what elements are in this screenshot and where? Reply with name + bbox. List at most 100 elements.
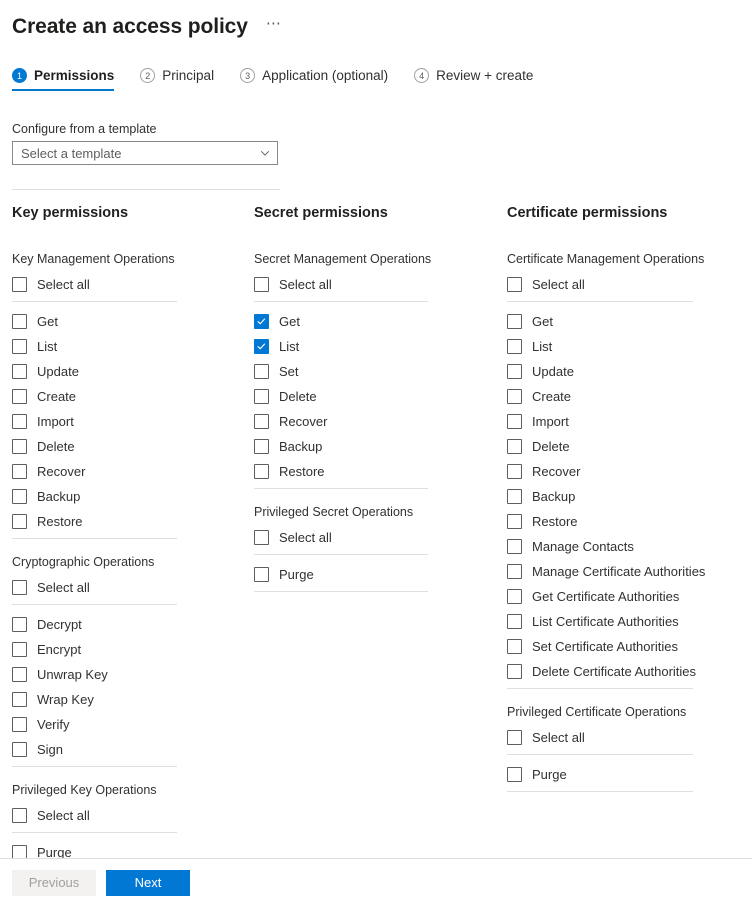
permission-checkbox-row[interactable]: List bbox=[507, 334, 752, 359]
checkbox-icon[interactable] bbox=[507, 389, 522, 404]
previous-button[interactable]: Previous bbox=[12, 869, 96, 896]
checkbox-icon[interactable] bbox=[254, 530, 269, 545]
checkbox-icon[interactable] bbox=[12, 617, 27, 632]
permission-checkbox-row[interactable]: Encrypt bbox=[12, 637, 241, 662]
permission-checkbox-row[interactable]: Create bbox=[12, 384, 241, 409]
permission-checkbox-row[interactable]: List bbox=[254, 334, 495, 359]
permission-checkbox-row[interactable]: Verify bbox=[12, 712, 241, 737]
checkbox-icon[interactable] bbox=[12, 642, 27, 657]
checkbox-icon[interactable] bbox=[507, 439, 522, 454]
permission-checkbox-row[interactable]: Unwrap Key bbox=[12, 662, 241, 687]
select-all-checkbox-row[interactable]: Select all bbox=[12, 575, 241, 600]
permission-checkbox-row[interactable]: Set Certificate Authorities bbox=[507, 634, 752, 659]
permission-checkbox-row[interactable]: Purge bbox=[254, 562, 495, 587]
checkbox-icon[interactable] bbox=[254, 414, 269, 429]
checkbox-icon[interactable] bbox=[507, 639, 522, 654]
select-all-checkbox-row[interactable]: Select all bbox=[12, 272, 241, 297]
checkbox-icon[interactable] bbox=[12, 339, 27, 354]
checkbox-icon[interactable] bbox=[507, 564, 522, 579]
select-all-checkbox-row[interactable]: Select all bbox=[254, 525, 495, 550]
checkbox-icon[interactable] bbox=[254, 277, 269, 292]
permission-checkbox-row[interactable]: Restore bbox=[12, 509, 241, 534]
permission-checkbox-row[interactable]: Restore bbox=[507, 509, 752, 534]
permission-checkbox-row[interactable]: Recover bbox=[12, 459, 241, 484]
permission-checkbox-row[interactable]: Recover bbox=[507, 459, 752, 484]
checkbox-icon[interactable] bbox=[12, 514, 27, 529]
permission-checkbox-row[interactable]: Restore bbox=[254, 459, 495, 484]
checkbox-icon[interactable] bbox=[507, 277, 522, 292]
checkbox-icon[interactable] bbox=[507, 364, 522, 379]
checkbox-icon[interactable] bbox=[507, 339, 522, 354]
checkbox-icon[interactable] bbox=[254, 389, 269, 404]
tab-review-create[interactable]: 4 Review + create bbox=[414, 68, 533, 91]
permission-checkbox-row[interactable]: Manage Certificate Authorities bbox=[507, 559, 752, 584]
checkbox-icon[interactable] bbox=[12, 277, 27, 292]
checkbox-icon[interactable] bbox=[12, 845, 27, 858]
permission-checkbox-row[interactable]: List bbox=[12, 334, 241, 359]
checkbox-icon[interactable] bbox=[507, 314, 522, 329]
checkbox-icon[interactable] bbox=[12, 717, 27, 732]
checkbox-icon[interactable] bbox=[254, 567, 269, 582]
checkbox-icon[interactable] bbox=[507, 589, 522, 604]
permission-checkbox-row[interactable]: Delete bbox=[507, 434, 752, 459]
checkbox-icon[interactable] bbox=[507, 489, 522, 504]
checkbox-icon[interactable] bbox=[507, 539, 522, 554]
permission-checkbox-row[interactable]: Create bbox=[507, 384, 752, 409]
next-button[interactable]: Next bbox=[106, 869, 190, 896]
select-all-checkbox-row[interactable]: Select all bbox=[507, 725, 752, 750]
checkbox-icon[interactable] bbox=[254, 314, 269, 329]
select-all-checkbox-row[interactable]: Select all bbox=[507, 272, 752, 297]
permission-checkbox-row[interactable]: Purge bbox=[12, 840, 241, 858]
checkbox-icon[interactable] bbox=[254, 464, 269, 479]
template-select[interactable]: Select a template bbox=[12, 141, 278, 165]
permission-checkbox-row[interactable]: Backup bbox=[12, 484, 241, 509]
permission-checkbox-row[interactable]: Sign bbox=[12, 737, 241, 762]
checkbox-icon[interactable] bbox=[254, 339, 269, 354]
permission-checkbox-row[interactable]: Import bbox=[12, 409, 241, 434]
checkbox-icon[interactable] bbox=[12, 580, 27, 595]
permission-checkbox-row[interactable]: Get bbox=[254, 309, 495, 334]
checkbox-icon[interactable] bbox=[507, 730, 522, 745]
permission-checkbox-row[interactable]: Update bbox=[507, 359, 752, 384]
tab-principal[interactable]: 2 Principal bbox=[140, 68, 214, 91]
permission-checkbox-row[interactable]: Purge bbox=[507, 762, 752, 787]
select-all-checkbox-row[interactable]: Select all bbox=[254, 272, 495, 297]
checkbox-icon[interactable] bbox=[507, 464, 522, 479]
checkbox-icon[interactable] bbox=[12, 742, 27, 757]
permission-checkbox-row[interactable]: Wrap Key bbox=[12, 687, 241, 712]
permission-checkbox-row[interactable]: Update bbox=[12, 359, 241, 384]
permission-checkbox-row[interactable]: Get Certificate Authorities bbox=[507, 584, 752, 609]
checkbox-icon[interactable] bbox=[12, 489, 27, 504]
permission-checkbox-row[interactable]: Delete Certificate Authorities bbox=[507, 659, 752, 684]
permission-checkbox-row[interactable]: Decrypt bbox=[12, 612, 241, 637]
checkbox-icon[interactable] bbox=[12, 692, 27, 707]
permission-checkbox-row[interactable]: Set bbox=[254, 359, 495, 384]
checkbox-icon[interactable] bbox=[507, 664, 522, 679]
checkbox-icon[interactable] bbox=[507, 514, 522, 529]
permission-checkbox-row[interactable]: Backup bbox=[507, 484, 752, 509]
checkbox-icon[interactable] bbox=[12, 464, 27, 479]
more-options-icon[interactable]: ⋯ bbox=[262, 16, 286, 38]
permission-checkbox-row[interactable]: Get bbox=[507, 309, 752, 334]
permission-checkbox-row[interactable]: Get bbox=[12, 309, 241, 334]
checkbox-icon[interactable] bbox=[254, 439, 269, 454]
checkbox-icon[interactable] bbox=[507, 614, 522, 629]
select-all-checkbox-row[interactable]: Select all bbox=[12, 803, 241, 828]
permission-checkbox-row[interactable]: Backup bbox=[254, 434, 495, 459]
checkbox-icon[interactable] bbox=[507, 767, 522, 782]
checkbox-icon[interactable] bbox=[12, 808, 27, 823]
permission-checkbox-row[interactable]: Recover bbox=[254, 409, 495, 434]
checkbox-icon[interactable] bbox=[254, 364, 269, 379]
permission-checkbox-row[interactable]: Import bbox=[507, 409, 752, 434]
checkbox-icon[interactable] bbox=[12, 389, 27, 404]
checkbox-icon[interactable] bbox=[507, 414, 522, 429]
checkbox-icon[interactable] bbox=[12, 364, 27, 379]
checkbox-icon[interactable] bbox=[12, 314, 27, 329]
permission-checkbox-row[interactable]: Delete bbox=[12, 434, 241, 459]
tab-permissions[interactable]: 1 Permissions bbox=[12, 68, 115, 91]
checkbox-icon[interactable] bbox=[12, 414, 27, 429]
checkbox-icon[interactable] bbox=[12, 439, 27, 454]
permission-checkbox-row[interactable]: List Certificate Authorities bbox=[507, 609, 752, 634]
permission-checkbox-row[interactable]: Manage Contacts bbox=[507, 534, 752, 559]
permission-checkbox-row[interactable]: Delete bbox=[254, 384, 495, 409]
